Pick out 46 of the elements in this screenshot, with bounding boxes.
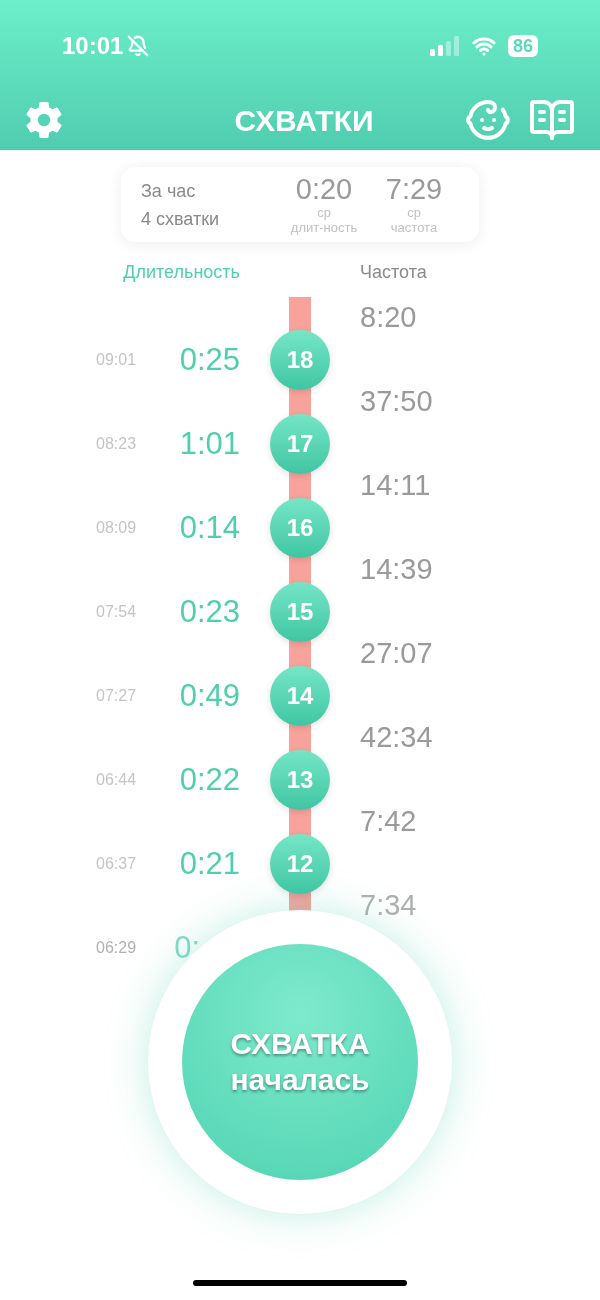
frequency-value: 27:07 xyxy=(360,637,433,670)
frequency-value: 14:11 xyxy=(360,469,431,502)
frequency-value: 42:34 xyxy=(360,721,433,754)
stat-value: 0:20 xyxy=(295,175,353,204)
stat-label: частота xyxy=(390,221,438,234)
duration-value: 1:01 xyxy=(179,424,240,463)
frequency-column-header: Частота xyxy=(360,261,427,282)
frequency-value: 8:20 xyxy=(360,301,417,334)
contraction-number[interactable]: 14 xyxy=(270,666,330,726)
settings-button[interactable] xyxy=(24,100,64,140)
frequency-value: 37:50 xyxy=(360,385,433,418)
stat-label: ср xyxy=(407,206,421,219)
duration-value: 0:21 xyxy=(179,844,240,883)
contraction-number[interactable]: 16 xyxy=(270,498,330,558)
start-time: 06:37 xyxy=(96,854,137,874)
contraction-number[interactable]: 13 xyxy=(270,750,330,810)
duration-value: 0:25 xyxy=(179,340,240,379)
contraction-number[interactable]: 18 xyxy=(270,330,330,390)
battery-indicator: 86 xyxy=(507,35,538,57)
start-time: 06:44 xyxy=(96,770,137,790)
start-time: 09:01 xyxy=(96,350,137,370)
contraction-number[interactable]: 12 xyxy=(270,834,330,894)
stat-label: ср xyxy=(317,206,331,219)
screen-title: СХВАТКИ xyxy=(234,102,374,139)
start-time: 07:54 xyxy=(96,602,137,622)
duration-value: 0:22 xyxy=(179,760,240,799)
contraction-number[interactable]: 15 xyxy=(270,582,330,642)
signal-icon xyxy=(429,36,460,56)
mute-icon xyxy=(127,35,150,57)
duration-value: 0:49 xyxy=(179,676,240,715)
frequency-value: 7:42 xyxy=(360,805,417,838)
frequency-value: 7:34 xyxy=(360,889,417,922)
stat-value: 7:29 xyxy=(385,175,443,204)
start-time: 08:09 xyxy=(96,518,137,538)
contraction-number[interactable]: 17 xyxy=(270,414,330,474)
status-time: 10:01 xyxy=(62,31,124,61)
start-time: 07:27 xyxy=(96,686,137,706)
summary-count: 4 схватки xyxy=(141,207,221,231)
stat-label: длит-ность xyxy=(290,221,358,234)
frequency-value: 14:39 xyxy=(360,553,433,586)
start-time: 06:29 xyxy=(96,938,137,958)
duration-value: 0:23 xyxy=(179,592,240,631)
duration-value: 0:14 xyxy=(179,508,240,547)
start-time: 08:23 xyxy=(96,434,137,454)
duration-column-header: Длительность xyxy=(123,260,240,284)
summary-period: За час xyxy=(141,179,197,203)
